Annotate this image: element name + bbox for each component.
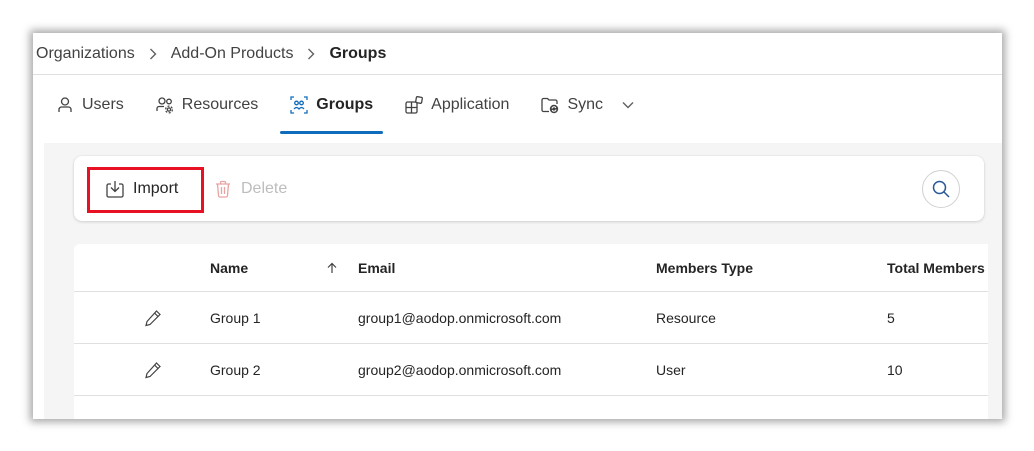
group-select-icon	[290, 96, 308, 114]
breadcrumb-organizations[interactable]: Organizations	[36, 45, 135, 63]
tab-label: Sync	[567, 96, 604, 113]
edit-icon[interactable]	[144, 292, 164, 344]
breadcrumb-add-on-products[interactable]: Add-On Products	[171, 45, 294, 63]
chevron-right-icon	[306, 47, 316, 61]
tab-users[interactable]: Users	[56, 76, 124, 134]
chevron-down-icon[interactable]	[621, 96, 639, 114]
delete-button[interactable]: Delete	[214, 156, 287, 221]
cell-members-type: Resource	[656, 310, 716, 326]
tab-label: Groups	[316, 96, 374, 113]
tab-groups[interactable]: Groups	[280, 76, 384, 134]
cell-name: Group 1	[210, 310, 261, 326]
table-row[interactable]: Group 2 group2@aodop.onmicrosoft.com Use…	[74, 344, 988, 396]
column-header-name[interactable]: Name	[210, 244, 248, 292]
tab-resources[interactable]: Resources	[156, 76, 258, 134]
tab-label: Resources	[181, 96, 259, 113]
cell-email: group1@aodop.onmicrosoft.com	[358, 310, 562, 326]
tab-label: Users	[82, 96, 124, 113]
cell-members-type: User	[656, 362, 686, 378]
breadcrumb: Organizations Add-On Products Groups	[33, 33, 1002, 75]
arrow-up-icon[interactable]	[327, 244, 339, 292]
search-icon	[931, 179, 951, 199]
tab-application[interactable]: Application	[405, 76, 509, 134]
delete-label: Delete	[241, 179, 288, 197]
cell-email: group2@aodop.onmicrosoft.com	[358, 362, 562, 378]
apps-add-icon	[405, 96, 424, 114]
command-bar: Import Delete	[74, 156, 984, 221]
column-header-total-members[interactable]: Total Members	[887, 244, 985, 292]
table-header: Name Email Members Type Total Members	[74, 244, 988, 292]
table-row[interactable]: Group 1 group1@aodop.onmicrosoft.com Res…	[74, 292, 988, 344]
groups-table: Name Email Members Type Total Members Gr…	[74, 244, 988, 419]
groups-panel: Import Delete Name Email Members Type To…	[44, 143, 1002, 419]
tab-label: Application	[431, 96, 510, 113]
breadcrumb-groups: Groups	[329, 44, 387, 62]
edit-icon[interactable]	[144, 344, 164, 396]
chevron-right-icon	[148, 47, 158, 61]
folder-sync-icon	[541, 96, 559, 114]
app-window: Organizations Add-On Products Groups Use…	[33, 33, 1002, 419]
column-header-members-type[interactable]: Members Type	[656, 244, 753, 292]
tab-bar: Users Resources Groups Application Sync	[33, 76, 1002, 134]
person-icon	[56, 96, 74, 114]
cell-total-members: 5	[887, 310, 895, 326]
cell-name: Group 2	[210, 362, 261, 378]
trash-icon	[214, 180, 232, 198]
search-button[interactable]	[922, 170, 960, 208]
cell-total-members: 10	[887, 362, 903, 378]
people-settings-icon	[156, 96, 174, 114]
import-button[interactable]: Import	[106, 156, 178, 221]
tab-sync[interactable]: Sync	[541, 76, 603, 134]
column-header-email[interactable]: Email	[358, 244, 395, 292]
import-label: Import	[133, 179, 179, 197]
import-icon	[106, 180, 124, 198]
